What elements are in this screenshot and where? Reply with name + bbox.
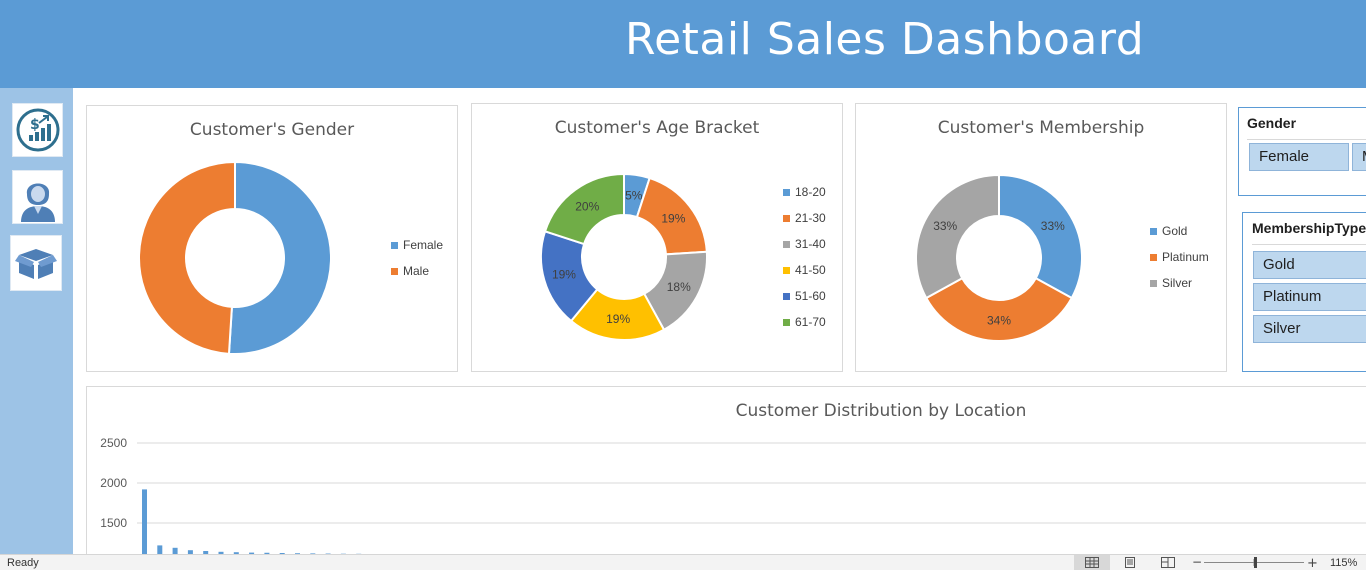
legend-item-18-20: 18-20	[783, 185, 826, 211]
y-tick-label: 2000	[100, 476, 127, 490]
nav-product-button[interactable]	[10, 235, 62, 291]
page-break-icon	[1161, 557, 1175, 568]
membership-legend: Gold Platinum Silver	[1150, 224, 1209, 302]
grid-view-icon	[1085, 557, 1099, 568]
age-label-21-30: 19%	[661, 212, 685, 226]
membership-slice-platinum[interactable]	[924, 276, 1074, 342]
legend-item-41-50: 41-50	[783, 263, 826, 289]
header-banner: Retail Sales Dashboard	[0, 0, 1366, 88]
membership-label-gold: 33%	[1041, 219, 1065, 233]
slicer-item-gold[interactable]: Gold	[1253, 251, 1366, 279]
gender-slice-female[interactable]	[227, 160, 332, 355]
age-label-18-20: 5%	[625, 188, 643, 202]
gender-slice-male[interactable]	[137, 160, 236, 355]
y-tick-label: 2500	[100, 436, 127, 450]
svg-text:$: $	[30, 117, 40, 133]
page-layout-icon	[1125, 557, 1135, 568]
status-bar: Ready − + 115%	[0, 554, 1366, 570]
age-label-41-50: 19%	[606, 312, 630, 326]
dashboard-title: Retail Sales Dashboard	[625, 14, 1145, 65]
page-break-view-button[interactable]	[1150, 555, 1186, 570]
legend-item-female: Female	[391, 238, 443, 264]
legend-item-platinum: Platinum	[1150, 250, 1209, 276]
slicer-item-female[interactable]: Female	[1249, 143, 1349, 171]
membership-chart-card: Customer's Membership 33% 34% 33% Gold Pla…	[855, 103, 1227, 372]
location-bar-chart[interactable]: 2500 2000 1500	[87, 387, 1366, 567]
location-chart-card: Customer Distribution by Location 2500 20…	[86, 386, 1366, 567]
membership-label-silver: 33%	[933, 219, 957, 233]
page-layout-view-button[interactable]	[1112, 555, 1148, 570]
slicer-item-male[interactable]: Male	[1352, 143, 1366, 171]
zoom-level: 115%	[1330, 557, 1358, 569]
gender-slicer-title: Gender	[1247, 114, 1366, 140]
dashboard-window: Retail Sales Dashboard $ Customer's Gend…	[0, 0, 1366, 570]
zoom-slider[interactable]: − +	[1190, 555, 1320, 570]
legend-item-31-40: 31-40	[783, 237, 826, 263]
legend-item-gold: Gold	[1150, 224, 1209, 250]
age-legend: 18-20 21-30 31-40 41-50 51-60 61-70	[783, 185, 826, 341]
zoom-out-icon: −	[1192, 555, 1202, 569]
legend-item-silver: Silver	[1150, 276, 1209, 302]
age-label-31-40: 18%	[667, 280, 691, 294]
legend-item-21-30: 21-30	[783, 211, 826, 237]
membership-slice-silver[interactable]	[915, 173, 1000, 300]
gender-legend: Female Male	[391, 238, 443, 290]
legend-item-61-70: 61-70	[783, 315, 826, 341]
nav-sales-button[interactable]: $	[12, 103, 63, 157]
nav-customer-button[interactable]	[12, 170, 63, 224]
legend-item-51-60: 51-60	[783, 289, 826, 315]
legend-item-male: Male	[391, 264, 443, 290]
gender-slicer: Gender Female Male	[1238, 107, 1366, 196]
age-chart-card: Customer's Age Bracket 5% 19% 18% 19% 19% 20%…	[471, 103, 843, 372]
membership-slicer: MembershipType Gold Platinum Silver	[1242, 212, 1366, 372]
customer-icon	[20, 183, 55, 222]
age-label-51-60: 19%	[552, 267, 576, 281]
membership-slicer-title: MembershipType	[1252, 219, 1366, 245]
age-label-61-70: 20%	[575, 199, 599, 213]
membership-slice-gold[interactable]	[998, 173, 1083, 300]
slicer-item-platinum[interactable]: Platinum	[1253, 283, 1366, 311]
y-tick-label: 1500	[100, 516, 127, 530]
sales-growth-icon: $	[16, 108, 59, 152]
membership-label-platinum: 34%	[987, 314, 1011, 328]
zoom-in-icon: +	[1307, 556, 1318, 570]
zoom-thumb	[1254, 557, 1257, 568]
gender-chart-card: Customer's Gender Female Male	[86, 105, 458, 372]
status-ready: Ready	[7, 557, 39, 569]
product-box-icon	[15, 249, 57, 279]
normal-view-button[interactable]	[1074, 555, 1110, 570]
slicer-item-silver[interactable]: Silver	[1253, 315, 1366, 343]
left-nav: $	[0, 88, 73, 554]
